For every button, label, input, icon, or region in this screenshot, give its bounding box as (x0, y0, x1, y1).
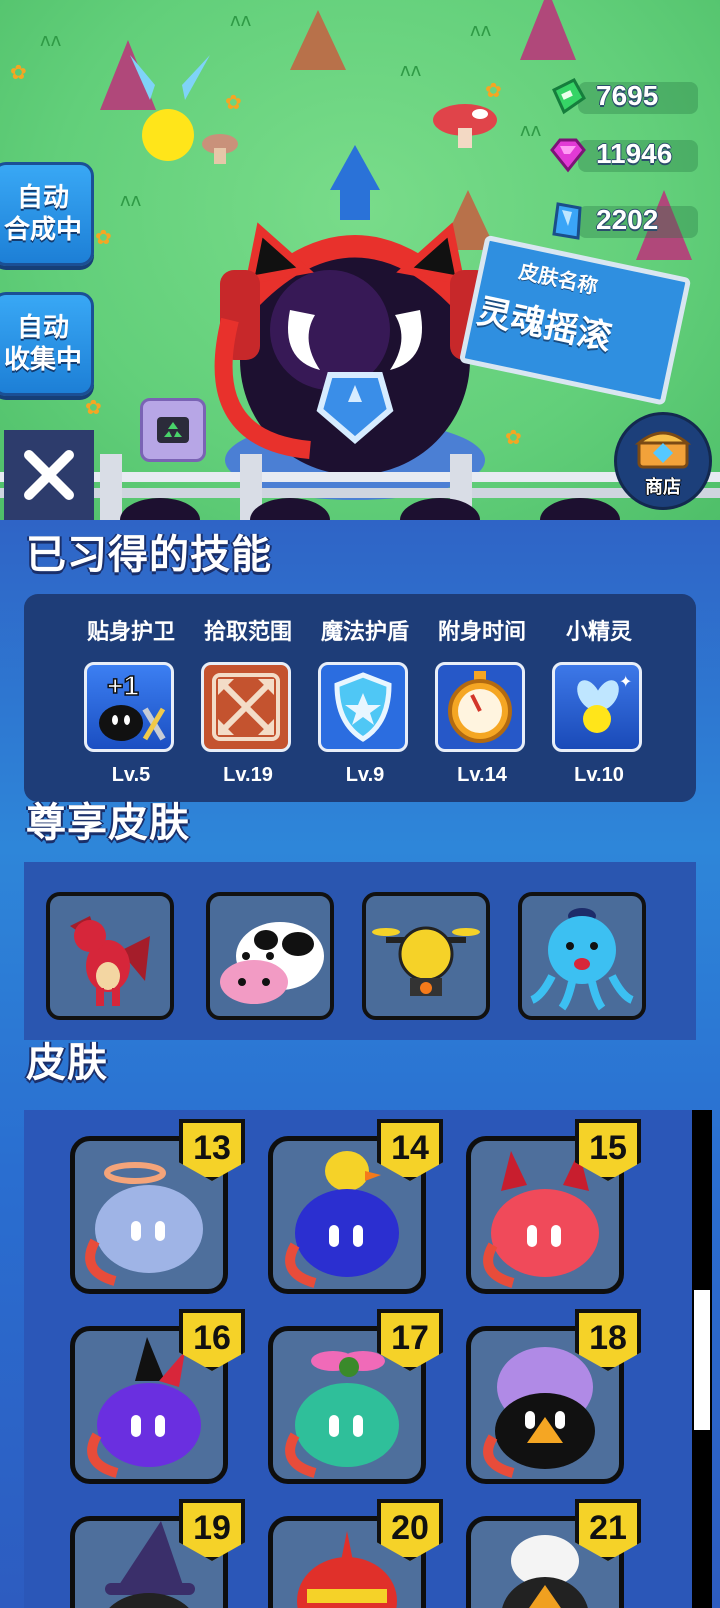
skin-card-17[interactable]: 17 (268, 1309, 443, 1484)
skins-section-title: 皮肤 (26, 1040, 108, 1086)
currency-cash-value: 7695 (596, 80, 659, 111)
grass-tuft: ᴧᴧ (520, 120, 542, 141)
green-cash-gem-icon (552, 78, 586, 115)
svg-text:✦: ✦ (619, 672, 632, 691)
pink-tree (520, 0, 576, 60)
brown-tree (290, 10, 346, 70)
skill-magic-shield[interactable]: 魔法护盾 Lv.9 (306, 614, 424, 794)
flower: ✿ (10, 60, 27, 84)
flower: ✿ (225, 90, 242, 114)
skin-card-15[interactable]: 15 (466, 1119, 641, 1294)
bodyguard-bomb-icon: +1 (84, 662, 174, 752)
yellow-drone-icon (372, 926, 480, 996)
currency-pink-gem-value: 11946 (596, 138, 673, 169)
grass-tuft: ᴧᴧ (230, 10, 252, 31)
game-scene: ᴧᴧ ᴧᴧ ᴧᴧ ᴧᴧ ᴧᴧ ᴧᴧ ✿ ✿ ✿ ✿ ✿ ✿ 7695 11946… (0, 0, 720, 520)
pickup-range-arrows-icon (201, 662, 291, 752)
skins-scrollbar-thumb[interactable] (694, 1290, 710, 1430)
skill-badge: +1 (107, 670, 139, 701)
skill-fairy[interactable]: 小精灵 ✦ Lv.10 (540, 614, 658, 794)
shop-label: 商店 (645, 477, 681, 498)
skill-level: Lv.14 (457, 764, 507, 786)
close-button[interactable] (4, 430, 94, 520)
magic-shield-icon (318, 662, 408, 752)
skill-level: Lv.9 (345, 764, 385, 786)
premium-skin-cow[interactable] (206, 892, 334, 1020)
skills-section-title: 已习得的技能 (26, 532, 272, 578)
currency-blue-crystal: 2202 (548, 200, 698, 242)
pink-gem-icon (550, 138, 586, 173)
grass-tuft: ᴧᴧ (400, 60, 422, 81)
flower: ✿ (85, 395, 102, 419)
skill-bodyguard[interactable]: 贴身护卫 +1 Lv.5 (72, 614, 190, 794)
skill-level: Lv.5 (111, 764, 151, 786)
grass-tuft: ᴧᴧ (120, 190, 142, 211)
learned-skills-box: 贴身护卫 +1 Lv.5 拾取范围 Lv.19 魔法护盾 Lv.9 附身时间 L… (24, 594, 696, 802)
skill-level: Lv.19 (223, 764, 273, 786)
currency-blue-crystal-value: 2202 (596, 204, 659, 235)
skill-pickup-range[interactable]: 拾取范围 Lv.19 (189, 614, 307, 794)
currency-cash: 7695 (548, 76, 698, 118)
grass-tuft: ᴧᴧ (470, 20, 492, 41)
premium-skin-blue-octopus[interactable] (518, 892, 646, 1020)
premium-skins-section-title: 尊享皮肤 (26, 800, 190, 846)
grass-tuft: ᴧᴧ (40, 30, 62, 51)
blue-octopus-icon (530, 908, 634, 1011)
premium-skin-yellow-drone[interactable] (362, 892, 490, 1020)
skin-card-20[interactable]: 20 (268, 1499, 443, 1608)
red-dragon-icon (70, 916, 150, 1006)
close-icon (24, 450, 74, 500)
auto-collect-line2: 收集中 (3, 345, 82, 375)
skin-card-21[interactable]: 21 (466, 1499, 641, 1608)
skill-name: 魔法护盾 (320, 620, 409, 645)
skin-card-14[interactable]: 14 (268, 1119, 443, 1294)
skill-level: Lv.10 (574, 764, 624, 786)
blue-crystal-icon (552, 202, 582, 240)
skin-card-16[interactable]: 16 (70, 1309, 245, 1484)
auto-merge-button[interactable]: 自动 合成中 (0, 162, 94, 266)
premium-skins-box (24, 862, 696, 1040)
skins-scrollbar[interactable] (692, 1110, 712, 1608)
auto-merge-line1: 自动 (16, 183, 69, 213)
shop-button[interactable]: 商店 (614, 412, 712, 510)
skill-name: 小精灵 (565, 620, 632, 645)
auto-collect-line1: 自动 (16, 313, 69, 343)
auto-collect-button[interactable]: 自动 收集中 (0, 292, 94, 396)
flower: ✿ (485, 78, 502, 102)
premium-skin-red-dragon[interactable] (46, 892, 174, 1020)
skill-possession-time[interactable]: 附身时间 Lv.14 (423, 614, 541, 794)
skin-card-13[interactable]: 13 (70, 1119, 245, 1294)
treasure-chest-icon (634, 431, 692, 469)
skin-skill-panel: 已习得的技能 贴身护卫 +1 Lv.5 拾取范围 Lv.19 魔法护盾 Lv.9… (0, 520, 720, 1608)
skill-name: 附身时间 (437, 620, 526, 645)
skill-name: 贴身护卫 (86, 620, 175, 645)
skin-card-19[interactable]: 19 (70, 1499, 245, 1608)
skins-grid: 13 14 15 16 17 18 19 20 21 (24, 1110, 696, 1608)
auto-merge-line2: 合成中 (3, 215, 82, 245)
skin-card-18[interactable]: 18 (466, 1309, 641, 1484)
skill-name: 拾取范围 (203, 620, 292, 645)
fence (0, 454, 720, 520)
recycle-icon (157, 417, 189, 443)
currency-pink-gem: 11946 (548, 134, 698, 176)
stopwatch-icon (435, 662, 525, 752)
flower: ✿ (95, 225, 112, 249)
cow-icon (220, 922, 324, 1004)
fairy-icon: ✦ (552, 662, 642, 752)
